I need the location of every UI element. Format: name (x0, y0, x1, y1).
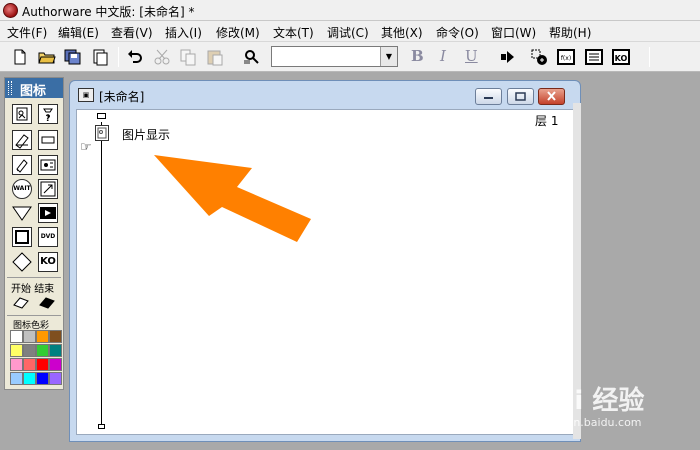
watermark-url: jingyan.baidu.com (540, 416, 642, 429)
arrow-shape (154, 155, 311, 242)
watermark-brand: Bai 经验 (537, 386, 645, 416)
baidu-watermark: Bai 经验 jingyan.baidu.com (537, 380, 697, 435)
